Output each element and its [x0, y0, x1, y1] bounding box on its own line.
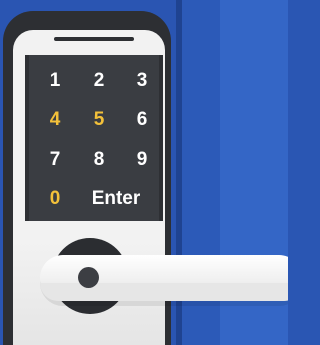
key-enter[interactable]: Enter — [86, 189, 146, 209]
key-8[interactable]: 8 — [87, 150, 111, 170]
door-handle-underside — [40, 283, 288, 301]
keypad: 1 2 3 4 5 6 7 8 9 0 Enter — [25, 55, 163, 221]
lock-top-slot — [54, 37, 134, 41]
key-7[interactable]: 7 — [43, 150, 67, 170]
key-9[interactable]: 9 — [130, 150, 154, 170]
door-lock-scene: 1 2 3 4 5 6 7 8 9 0 Enter — [0, 0, 288, 345]
key-2[interactable]: 2 — [87, 71, 111, 91]
key-3[interactable]: 3 — [130, 71, 154, 91]
key-6[interactable]: 6 — [130, 110, 154, 130]
key-0[interactable]: 0 — [43, 189, 67, 209]
key-1[interactable]: 1 — [43, 71, 67, 91]
handle-pivot-icon — [78, 267, 99, 288]
key-4[interactable]: 4 — [43, 110, 67, 130]
key-5[interactable]: 5 — [87, 110, 111, 130]
